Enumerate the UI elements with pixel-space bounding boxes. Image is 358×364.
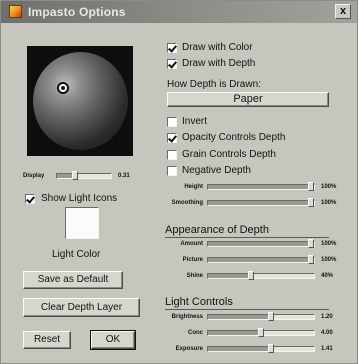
- draw-with-color-checkbox[interactable]: [167, 43, 177, 53]
- light-controls-divider: [165, 309, 329, 310]
- exposure-slider-thumb[interactable]: [268, 344, 274, 353]
- conc-label: Conc: [188, 330, 203, 336]
- height-value: 100%: [321, 184, 337, 190]
- ok-button[interactable]: OK: [90, 330, 136, 350]
- smoothing-label: Smoothing: [171, 200, 203, 206]
- light-source-handle[interactable]: [57, 82, 69, 94]
- shine-slider[interactable]: [207, 271, 315, 280]
- height-slider-thumb[interactable]: [308, 182, 314, 191]
- height-slider-fill: [208, 185, 311, 189]
- light-color-label: Light Color: [52, 249, 101, 260]
- light-controls-heading: Light Controls: [165, 296, 233, 308]
- window-title: Impasto Options: [28, 5, 126, 19]
- conc-value: 4.00: [321, 330, 333, 336]
- shine-slider-thumb[interactable]: [248, 271, 254, 280]
- picture-slider-thumb[interactable]: [308, 255, 314, 264]
- picture-slider[interactable]: [207, 255, 315, 264]
- amount-label: Amount: [180, 241, 203, 247]
- draw-with-depth-label: Draw with Depth: [182, 58, 256, 69]
- appearance-divider: [165, 237, 329, 238]
- amount-slider[interactable]: [207, 239, 315, 248]
- brightness-slider[interactable]: [207, 312, 315, 321]
- brightness-label: Brightness: [171, 314, 203, 320]
- shine-value: 40%: [321, 273, 334, 279]
- brightness-slider-thumb[interactable]: [268, 312, 274, 321]
- amount-slider-thumb[interactable]: [308, 239, 314, 248]
- shine-slider-fill: [208, 274, 251, 278]
- negative-depth-label: Negative Depth: [182, 165, 251, 176]
- smoothing-value: 100%: [321, 200, 337, 206]
- amount-value: 100%: [321, 241, 337, 247]
- grain-controls-depth-checkbox[interactable]: [167, 150, 177, 160]
- exposure-slider-fill: [208, 347, 271, 351]
- preview-sphere[interactable]: [33, 52, 128, 150]
- light-color-swatch[interactable]: [65, 207, 99, 239]
- show-light-icons-checkbox[interactable]: [25, 194, 35, 204]
- invert-checkbox[interactable]: [167, 117, 177, 127]
- title-bar[interactable]: Impasto Options x: [1, 1, 357, 23]
- depth-method-dropdown[interactable]: Paper: [167, 92, 329, 107]
- invert-label: Invert: [182, 116, 208, 127]
- how-depth-heading: How Depth is Drawn:: [167, 79, 261, 90]
- picture-label: Picture: [182, 257, 203, 263]
- exposure-slider[interactable]: [207, 344, 315, 353]
- smoothing-slider-fill: [208, 201, 311, 205]
- impasto-options-dialog: Impasto Options x Display 0.31 Show Ligh…: [0, 0, 358, 364]
- appearance-heading: Appearance of Depth: [165, 224, 269, 236]
- smoothing-slider[interactable]: [207, 198, 315, 207]
- amount-slider-fill: [208, 242, 311, 246]
- clear-depth-layer-button[interactable]: Clear Depth Layer: [23, 298, 140, 317]
- smoothing-slider-thumb[interactable]: [308, 198, 314, 207]
- opacity-controls-depth-label: Opacity Controls Depth: [182, 132, 286, 143]
- brightness-value: 1.20: [321, 314, 333, 320]
- exposure-label: Exposure: [175, 346, 203, 352]
- reset-button[interactable]: Reset: [23, 331, 71, 349]
- display-slider-thumb[interactable]: [71, 171, 78, 180]
- conc-slider-thumb[interactable]: [258, 328, 264, 337]
- light-preview: [27, 46, 133, 156]
- opacity-controls-depth-checkbox[interactable]: [167, 133, 177, 143]
- conc-slider-fill: [208, 331, 261, 335]
- brightness-slider-fill: [208, 315, 271, 319]
- display-value: 0.31: [118, 173, 130, 179]
- display-slider[interactable]: [56, 171, 112, 180]
- save-as-default-button[interactable]: Save as Default: [23, 271, 123, 289]
- negative-depth-checkbox[interactable]: [167, 166, 177, 176]
- exposure-value: 1.41: [321, 346, 333, 352]
- app-icon: [9, 5, 22, 18]
- show-light-icons-label: Show Light Icons: [41, 193, 118, 204]
- height-slider[interactable]: [207, 182, 315, 191]
- grain-controls-depth-label: Grain Controls Depth: [182, 149, 276, 160]
- height-label: Height: [184, 184, 203, 190]
- close-button[interactable]: x: [335, 4, 351, 19]
- conc-slider[interactable]: [207, 328, 315, 337]
- picture-slider-fill: [208, 258, 311, 262]
- draw-with-color-label: Draw with Color: [182, 42, 253, 53]
- display-label: Display: [23, 173, 45, 179]
- picture-value: 100%: [321, 257, 337, 263]
- shine-label: Shine: [186, 273, 203, 279]
- draw-with-depth-checkbox[interactable]: [167, 59, 177, 69]
